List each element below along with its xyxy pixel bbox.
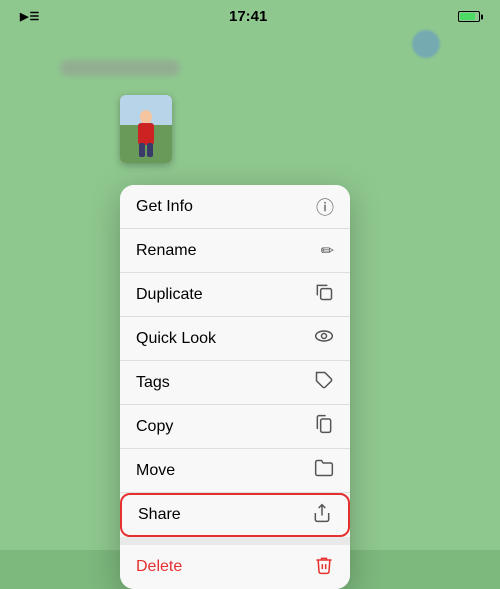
copy-icon [314,414,334,439]
quick-look-label: Quick Look [136,330,216,348]
share-label: Share [138,506,181,524]
status-bar: ▶ ☰ 17:41 [0,0,500,29]
menu-item-tags[interactable]: Tags [120,361,350,405]
thumbnail-svg [120,95,172,163]
tags-label: Tags [136,374,170,392]
duplicate-icon [314,282,334,307]
bg-filename [60,60,180,76]
menu-item-copy[interactable]: Copy [120,405,350,449]
delete-label: Delete [136,558,182,576]
context-menu: Get Info Rename ✏ Duplicate Quick Look T… [120,185,350,589]
menu-item-move[interactable]: Move [120,449,350,493]
menu-item-get-info[interactable]: Get Info [120,185,350,229]
tags-icon [314,370,334,395]
move-label: Move [136,462,175,480]
share-icon [312,503,332,528]
menu-item-share[interactable]: Share [120,493,350,537]
delete-icon [314,555,334,580]
rename-icon: ✏ [321,241,334,261]
battery-icon [458,11,480,22]
move-icon [314,458,334,483]
quicklook-icon [314,326,334,351]
rename-label: Rename [136,242,196,260]
thumbnail-image [120,95,172,163]
bg-circle [412,30,440,58]
status-time: 17:41 [229,8,267,25]
status-right [458,11,480,22]
menu-divider [120,537,350,545]
menu-item-delete[interactable]: Delete [120,545,350,589]
menu-item-rename[interactable]: Rename ✏ [120,229,350,273]
info-icon [316,194,334,220]
signal-icon: ▶ ☰ [20,10,38,23]
file-thumbnail [120,95,172,163]
menu-item-duplicate[interactable]: Duplicate [120,273,350,317]
get-info-label: Get Info [136,198,193,216]
duplicate-label: Duplicate [136,286,203,304]
copy-label: Copy [136,418,173,436]
menu-item-quick-look[interactable]: Quick Look [120,317,350,361]
status-left: ▶ ☰ [20,10,38,23]
